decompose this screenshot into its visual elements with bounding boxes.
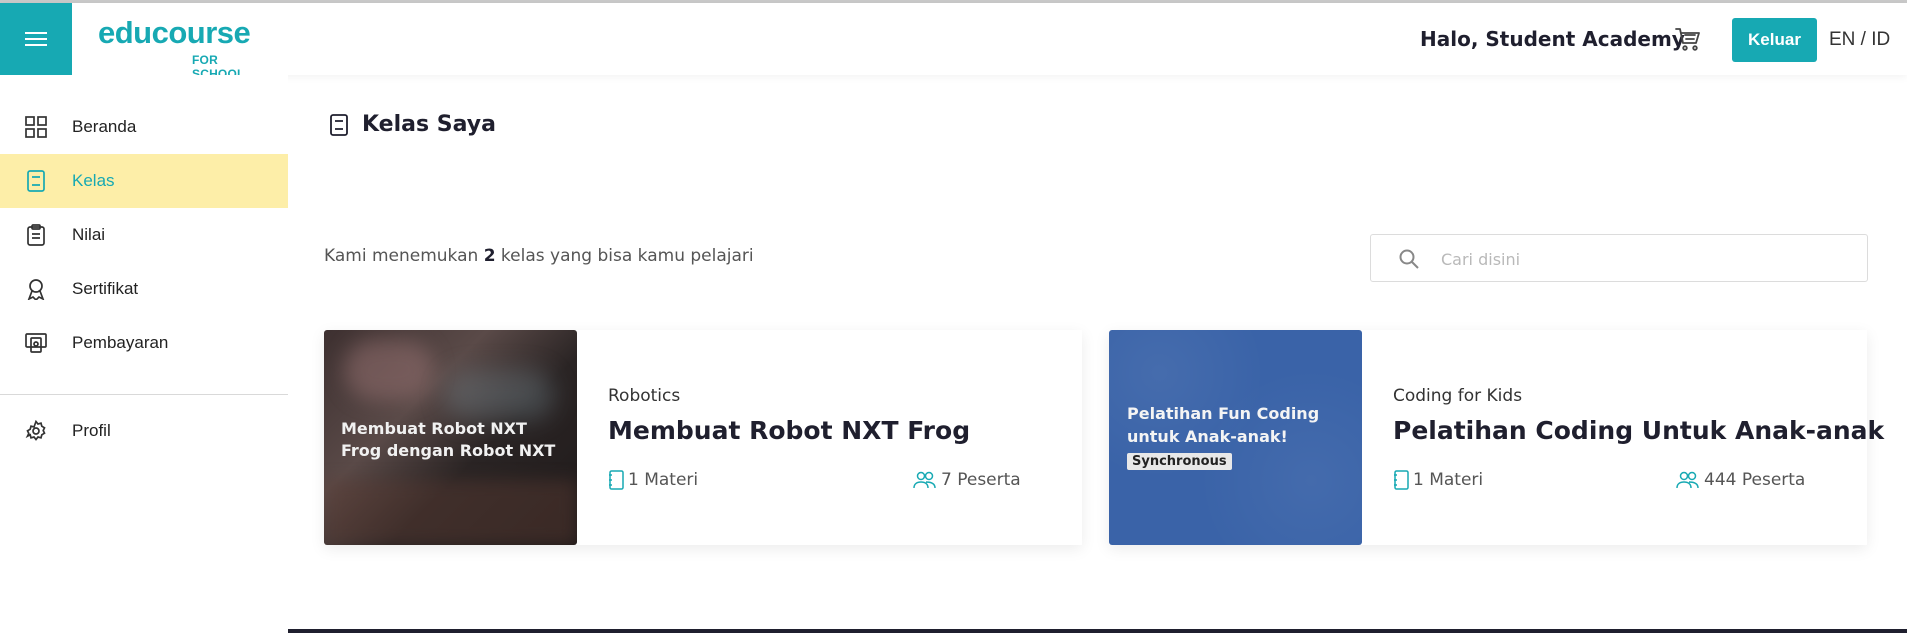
course-participants: 444 Peserta: [1676, 470, 1805, 490]
synchronous-badge: Synchronous: [1127, 453, 1232, 470]
search-input[interactable]: [1441, 245, 1841, 273]
sidebar-item-beranda[interactable]: Beranda: [0, 100, 288, 154]
thumbnail-caption: Pelatihan Fun Coding untuk Anak-anak!: [1127, 404, 1320, 446]
page-title: Kelas Saya: [362, 112, 496, 137]
course-thumbnail: Membuat Robot NXT Frog dengan Robot NXT: [324, 330, 577, 545]
gear-icon: [24, 419, 48, 443]
users-icon: [1676, 471, 1699, 489]
logo[interactable]: educourse FOR SCHOOL: [98, 13, 258, 81]
course-category: Coding for Kids: [1393, 386, 1523, 406]
award-icon: [24, 277, 48, 301]
sidebar-item-label: Sertifikat: [72, 279, 139, 298]
user-greeting: Halo, Student Academy: [1420, 27, 1685, 51]
logo-text: educourse: [98, 15, 251, 50]
materials-count: 1 Materi: [628, 470, 699, 490]
sidebar-item-label: Pembayaran: [72, 333, 169, 352]
notebook-icon: [609, 470, 624, 490]
participants-count: 7 Peserta: [941, 470, 1021, 490]
course-title: Pelatihan Coding Untuk Anak-anak: [1393, 416, 1885, 445]
sidebar-item-profil[interactable]: Profil: [0, 404, 288, 458]
sidebar-item-label: Kelas: [72, 171, 115, 190]
grid-icon: [24, 115, 48, 139]
materials-count: 1 Materi: [1413, 470, 1484, 490]
participants-count: 444 Peserta: [1704, 470, 1806, 490]
sidebar-item-label: Beranda: [72, 117, 137, 136]
cart-icon[interactable]: [1674, 25, 1702, 53]
course-materials: 1 Materi: [608, 470, 698, 490]
clipboard-icon: [24, 223, 48, 247]
course-card-coding[interactable]: Pelatihan Fun Coding untuk Anak-anak! Sy…: [1109, 330, 1884, 545]
course-title: Membuat Robot NXT Frog: [608, 416, 971, 445]
book-icon: [24, 169, 48, 193]
sidebar-divider: [0, 394, 288, 395]
search-box: [1370, 234, 1868, 282]
results-count: 2: [483, 246, 496, 266]
sidebar-item-sertifikat[interactable]: Sertifikat: [0, 262, 288, 316]
results-summary: Kami menemukan 2 kelas yang bisa kamu pe…: [324, 246, 754, 266]
users-icon: [913, 471, 936, 489]
hamburger-icon: [25, 32, 47, 46]
header: educourse FOR SCHOOL Halo, Student Acade…: [0, 3, 1907, 81]
thumbnail-caption: Membuat Robot NXT Frog dengan Robot NXT: [341, 419, 556, 460]
sidebar-item-label: Profil: [72, 421, 111, 440]
lang-separator: /: [1855, 29, 1872, 50]
page-header: Kelas Saya: [330, 112, 496, 137]
summary-prefix: Kami menemukan: [324, 246, 484, 266]
course-participants: 7 Peserta: [913, 470, 1021, 490]
footer-border: [288, 629, 1907, 633]
logout-button[interactable]: Keluar: [1732, 18, 1817, 62]
lang-en-option[interactable]: EN: [1829, 29, 1855, 50]
sidebar: Beranda Kelas Nilai Sertifikat Pembayara…: [0, 75, 288, 633]
course-materials: 1 Materi: [1393, 470, 1483, 490]
course-card-robotics[interactable]: Membuat Robot NXT Frog dengan Robot NXT …: [324, 330, 1082, 545]
notebook-icon: [1394, 470, 1409, 490]
sidebar-item-pembayaran[interactable]: Pembayaran: [0, 316, 288, 370]
menu-button[interactable]: [0, 3, 72, 75]
sidebar-item-label: Nilai: [72, 225, 106, 244]
sidebar-item-nilai[interactable]: Nilai: [0, 208, 288, 262]
course-thumbnail: Pelatihan Fun Coding untuk Anak-anak! Sy…: [1109, 330, 1362, 545]
language-switcher: EN / ID: [1829, 29, 1890, 51]
payment-icon: [24, 331, 48, 355]
book-icon: [330, 113, 348, 136]
sidebar-item-kelas[interactable]: Kelas: [0, 154, 288, 208]
course-category: Robotics: [608, 386, 681, 406]
lang-id-option[interactable]: ID: [1871, 29, 1890, 50]
summary-suffix: kelas yang bisa kamu pelajari: [495, 246, 754, 266]
search-icon: [1399, 249, 1419, 269]
